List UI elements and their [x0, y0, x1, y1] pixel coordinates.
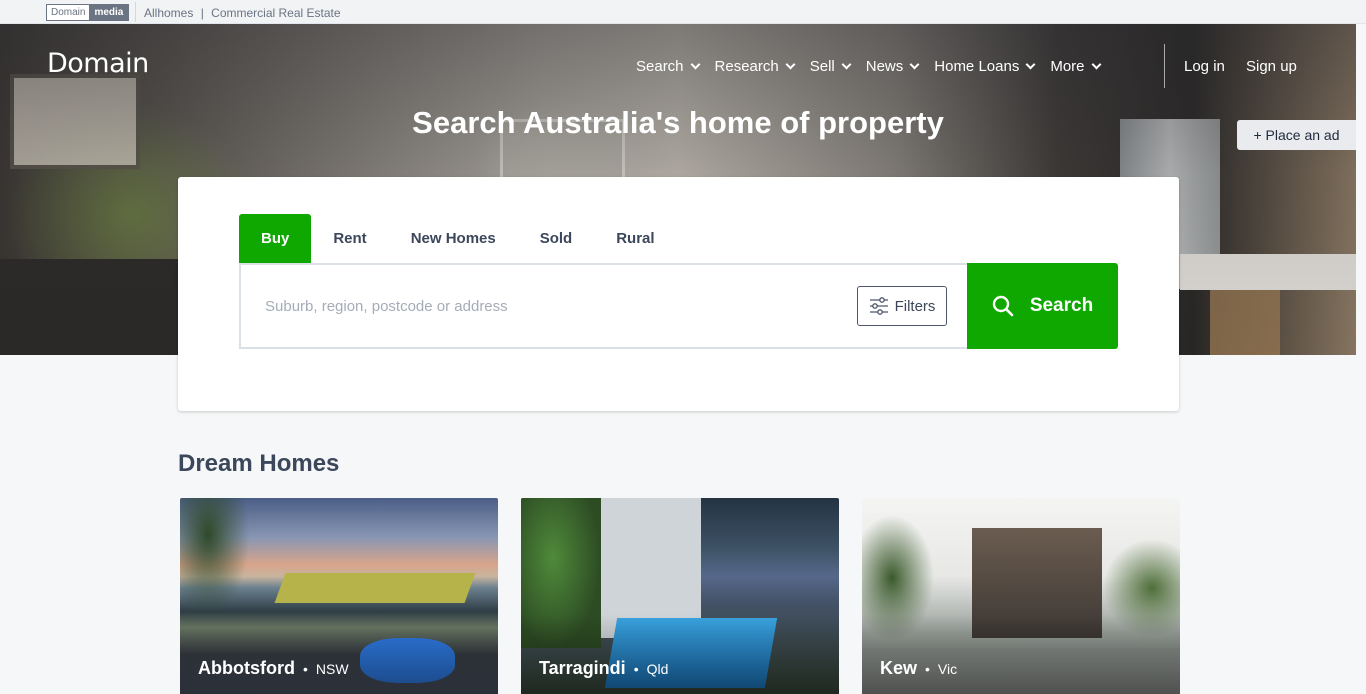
bullet-separator: • — [925, 661, 930, 677]
photo-gradient — [521, 614, 839, 694]
chevron-down-icon — [1091, 59, 1101, 70]
search-input[interactable] — [241, 297, 831, 315]
chevron-down-icon — [785, 59, 796, 70]
nav-search[interactable]: Search — [636, 58, 700, 75]
tab-new-homes[interactable]: New Homes — [389, 214, 518, 263]
tab-rural[interactable]: Rural — [594, 214, 676, 263]
allhomes-link[interactable]: Allhomes — [144, 6, 193, 20]
bullet-separator: • — [302, 661, 308, 677]
suburb-name: Tarragindi — [539, 658, 626, 678]
strip-divider — [135, 2, 136, 22]
search-button[interactable]: Search — [967, 263, 1118, 349]
main-nav: Search Research Sell News Home Loans Mor… — [636, 58, 1116, 75]
dream-home-label: Kew • Vic — [880, 658, 957, 679]
state-name: Vic — [937, 661, 958, 677]
signup-link[interactable]: Sign up — [1246, 58, 1297, 75]
domain-media-logo-text: Domain — [47, 5, 90, 20]
nav-news[interactable]: News — [865, 58, 920, 75]
photo-gradient — [862, 614, 1180, 694]
nav-research[interactable]: Research — [714, 58, 796, 75]
chevron-down-icon — [841, 59, 852, 70]
bullet-separator: • — [633, 661, 639, 677]
photo-detail — [274, 573, 476, 603]
domain-media-logo-media: media — [89, 5, 129, 20]
suburb-name: Kew — [880, 658, 918, 678]
dream-home-label: Abbotsford • NSW — [198, 658, 349, 679]
domain-logo[interactable]: Domain — [47, 48, 149, 79]
login-link[interactable]: Log in — [1184, 58, 1225, 75]
domain-media-logo[interactable]: Domain media — [46, 4, 130, 21]
chevron-down-icon — [1025, 59, 1036, 70]
nav-sell[interactable]: Sell — [809, 58, 852, 75]
filters-button[interactable]: Filters — [857, 286, 947, 326]
search-card: Buy Rent New Homes Sold Rural Filters Se… — [178, 177, 1179, 411]
nav-home-loans[interactable]: Home Loans — [934, 58, 1036, 75]
nav-label: Search — [636, 58, 684, 75]
search-tabs: Buy Rent New Homes Sold Rural — [239, 214, 677, 263]
commercial-real-estate-link[interactable]: Commercial Real Estate — [211, 6, 340, 20]
nav-label: News — [865, 58, 904, 75]
tab-buy[interactable]: Buy — [239, 214, 312, 263]
hero-headline: Search Australia's home of property — [412, 105, 944, 140]
nav-label: More — [1050, 58, 1085, 75]
photo-gradient — [180, 614, 498, 694]
search-button-label: Search — [1029, 295, 1094, 316]
filters-icon — [869, 297, 888, 315]
chevron-down-icon — [909, 59, 920, 70]
tab-rent[interactable]: Rent — [311, 214, 388, 263]
nav-label: Home Loans — [934, 58, 1020, 75]
dream-home-card[interactable]: Kew • Vic — [862, 498, 1180, 694]
dream-home-card[interactable]: Abbotsford • NSW — [180, 498, 498, 694]
filters-label: Filters — [894, 297, 936, 315]
chevron-down-icon — [690, 59, 700, 70]
network-links: Allhomes | Commercial Real Estate — [144, 6, 341, 20]
dream-home-card[interactable]: Tarragindi • Qld — [521, 498, 839, 694]
nav-label: Research — [714, 58, 779, 75]
nav-more[interactable]: More — [1050, 58, 1101, 75]
state-name: Qld — [646, 661, 669, 677]
top-strip: Domain media Allhomes | Commercial Real … — [0, 0, 1366, 24]
nav-divider — [1164, 44, 1165, 88]
suburb-name: Abbotsford — [198, 658, 295, 678]
search-icon — [992, 295, 1014, 317]
link-separator: | — [200, 6, 204, 20]
state-name: NSW — [315, 661, 349, 677]
tab-sold[interactable]: Sold — [518, 214, 595, 263]
photo-detail — [180, 498, 250, 618]
dream-home-label: Tarragindi • Qld — [539, 658, 668, 679]
nav-label: Sell — [809, 58, 835, 75]
dream-homes-title: Dream Homes — [178, 450, 340, 477]
